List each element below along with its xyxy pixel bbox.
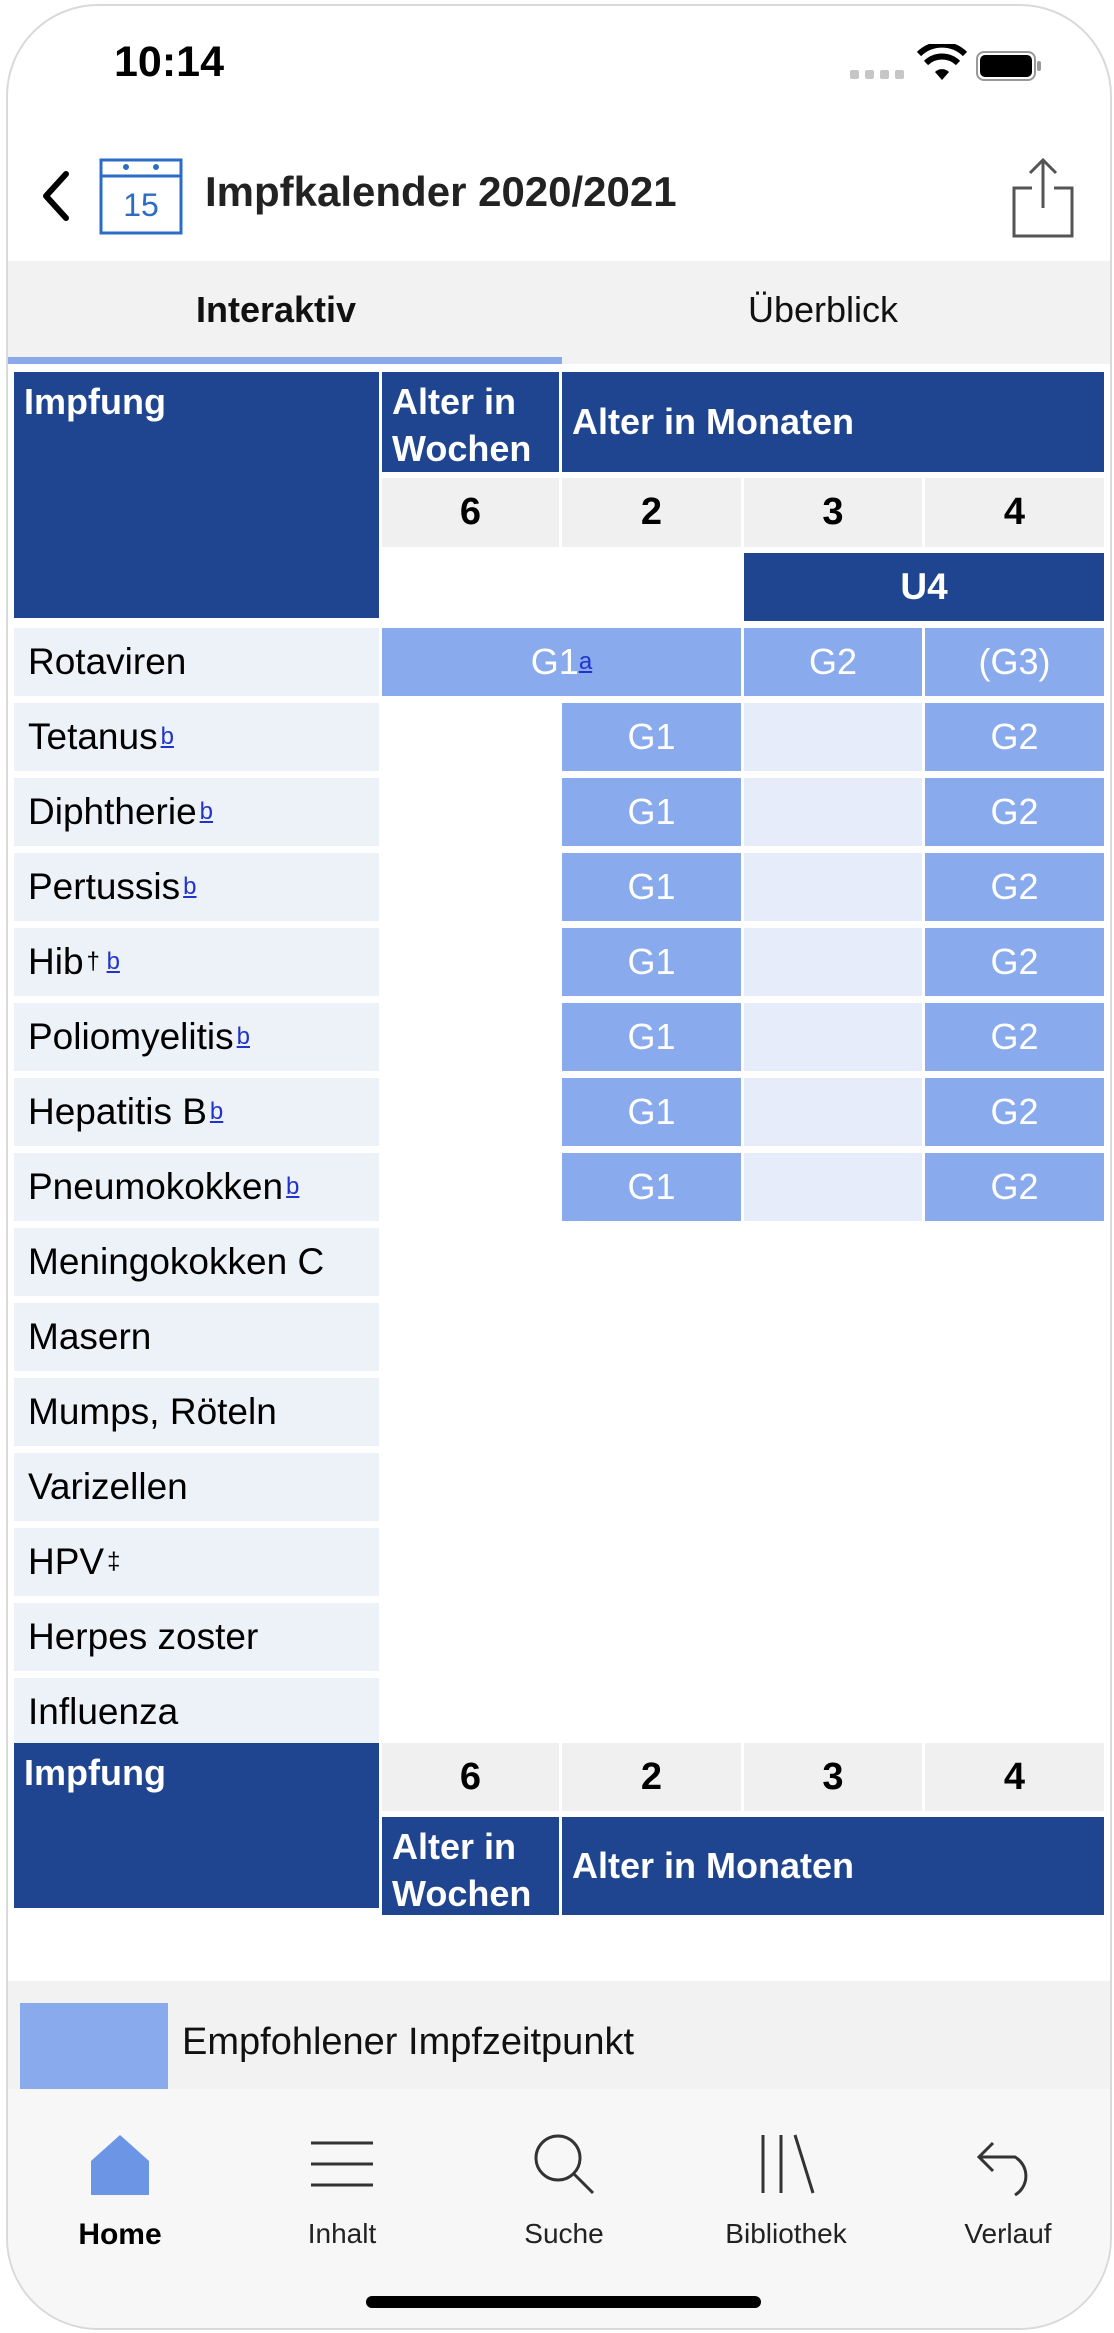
age-col-3-months: 3 xyxy=(744,478,922,547)
row-label-vaccine[interactable]: HPV ‡ xyxy=(14,1528,379,1596)
footnote-a-link[interactable]: a xyxy=(579,648,592,676)
home-indicator xyxy=(366,2296,761,2308)
empty-interval-cell xyxy=(744,1078,922,1146)
empty-interval-cell xyxy=(744,703,922,771)
phone-screen: 10:14 15 Impfkalender 2020/2021 Interakt… xyxy=(6,4,1112,2330)
dose-g2[interactable]: G2 xyxy=(925,1078,1104,1146)
row-label-vaccine[interactable]: Mumps, Röteln xyxy=(14,1378,379,1446)
row-label-vaccine[interactable]: Diphtherie b xyxy=(14,778,379,846)
age-col-2-months: 2 xyxy=(562,478,741,547)
dose-g2[interactable]: G2 xyxy=(925,1153,1104,1221)
row-label-vaccine[interactable]: Pneumokokken b xyxy=(14,1153,379,1221)
row-label-vaccine[interactable]: Poliomyelitis b xyxy=(14,1003,379,1071)
tabbar-suche[interactable]: Suche xyxy=(474,2129,654,2250)
dose-g1[interactable]: G1 xyxy=(562,778,741,846)
row-label-vaccine[interactable]: Meningokokken C xyxy=(14,1228,379,1296)
dose-g1[interactable]: G1 xyxy=(562,928,741,996)
dose-rotaviren-g1[interactable]: G1 a xyxy=(382,628,741,696)
row-label-vaccine[interactable]: Masern xyxy=(14,1303,379,1371)
row-label-vaccine[interactable]: Pertussis b xyxy=(14,853,379,921)
row-label-vaccine[interactable]: Varizellen xyxy=(14,1453,379,1521)
header-alter-monaten: Alter in Monaten xyxy=(562,372,1104,472)
footnote-b-link[interactable]: b xyxy=(237,1023,250,1050)
footnote-b-link[interactable]: b xyxy=(107,948,120,975)
footer-age-3: 3 xyxy=(744,1743,922,1811)
dose-g1[interactable]: G1 xyxy=(562,703,741,771)
cellular-signal-icon xyxy=(850,66,910,79)
row-label-vaccine[interactable]: Hib † b xyxy=(14,928,379,996)
tab-interaktiv[interactable]: Interaktiv xyxy=(196,289,356,331)
dose-g1[interactable]: G1 xyxy=(562,853,741,921)
empty-interval-cell xyxy=(744,853,922,921)
footnote-b-link[interactable]: b xyxy=(200,798,213,825)
wifi-icon xyxy=(917,44,967,80)
status-bar: 10:14 xyxy=(8,6,1110,131)
calendar-icon: 15 xyxy=(98,154,184,236)
tabbar-verlauf[interactable]: Verlauf xyxy=(918,2129,1098,2250)
footnote-b-link[interactable]: b xyxy=(286,1173,299,1200)
dose-rotaviren-g2[interactable]: G2 xyxy=(744,628,922,696)
dose-g2[interactable]: G2 xyxy=(925,1003,1104,1071)
row-label-vaccine[interactable]: Hepatitis B b xyxy=(14,1078,379,1146)
footer-age-4: 4 xyxy=(925,1743,1104,1811)
menu-icon xyxy=(311,2141,373,2187)
footer-impfung: Impfung xyxy=(14,1743,379,1908)
footer-alter-monaten: Alter in Monaten xyxy=(562,1817,1104,1915)
dose-g2[interactable]: G2 xyxy=(925,703,1104,771)
empty-interval-cell xyxy=(744,1153,922,1221)
age-col-4-months: 4 xyxy=(925,478,1104,547)
share-icon[interactable] xyxy=(1008,156,1078,240)
footer-alter-wochen: Alter in Wochen xyxy=(382,1817,559,1915)
legend: Empfohlener Impfzeitpunkt xyxy=(8,1981,1110,2089)
calendar-day-number: 15 xyxy=(123,187,159,223)
tabbar-home[interactable]: Home xyxy=(30,2129,210,2252)
dose-g1[interactable]: G1 xyxy=(562,1153,741,1221)
u4-checkup-label: U4 xyxy=(744,553,1104,621)
navigation-bar: 15 Impfkalender 2020/2021 xyxy=(8,136,1110,256)
footnote-b-link[interactable]: b xyxy=(161,723,174,750)
history-icon xyxy=(976,2141,1028,2197)
library-icon xyxy=(761,2134,815,2194)
active-tab-indicator xyxy=(8,357,562,364)
footer-age-6: 6 xyxy=(382,1743,559,1811)
tabbar-inhalt[interactable]: Inhalt xyxy=(252,2129,432,2250)
battery-icon xyxy=(976,51,1041,81)
dose-g1[interactable]: G1 xyxy=(562,1078,741,1146)
empty-interval-cell xyxy=(744,928,922,996)
legend-label: Empfohlener Impfzeitpunkt xyxy=(182,2021,635,2063)
row-label-rotaviren[interactable]: Rotaviren xyxy=(14,628,379,696)
segment-tabs: Interaktiv Überblick xyxy=(8,261,1110,364)
legend-swatch-recommended xyxy=(20,2003,168,2089)
age-col-6-weeks: 6 xyxy=(382,478,559,547)
row-label-vaccine[interactable]: Herpes zoster xyxy=(14,1603,379,1671)
empty-interval-cell xyxy=(744,778,922,846)
dose-g2[interactable]: G2 xyxy=(925,853,1104,921)
bottom-tab-bar: Home Inhalt Suche Bibliothek Verlauf xyxy=(8,2089,1110,2328)
status-time: 10:14 xyxy=(114,38,224,86)
dose-g2[interactable]: G2 xyxy=(925,928,1104,996)
dose-rotaviren-g3[interactable]: (G3) xyxy=(925,628,1104,696)
dose-g1[interactable]: G1 xyxy=(562,1003,741,1071)
row-label-vaccine[interactable]: Tetanus b xyxy=(14,703,379,771)
row-label-vaccine[interactable]: Influenza xyxy=(14,1678,379,1746)
footnote-b-link[interactable]: b xyxy=(210,1098,223,1125)
page-title: Impfkalender 2020/2021 xyxy=(205,168,677,215)
tab-ueberblick[interactable]: Überblick xyxy=(748,289,898,331)
dose-g2[interactable]: G2 xyxy=(925,778,1104,846)
home-icon xyxy=(91,2135,149,2195)
tabbar-bibliothek[interactable]: Bibliothek xyxy=(696,2129,876,2250)
search-icon xyxy=(534,2134,595,2195)
header-alter-wochen: Alter in Wochen xyxy=(382,372,559,472)
empty-interval-cell xyxy=(744,1003,922,1071)
back-chevron-icon[interactable] xyxy=(34,166,78,226)
header-impfung: Impfung xyxy=(14,372,379,618)
footer-age-2: 2 xyxy=(562,1743,741,1811)
footnote-b-link[interactable]: b xyxy=(183,873,196,900)
